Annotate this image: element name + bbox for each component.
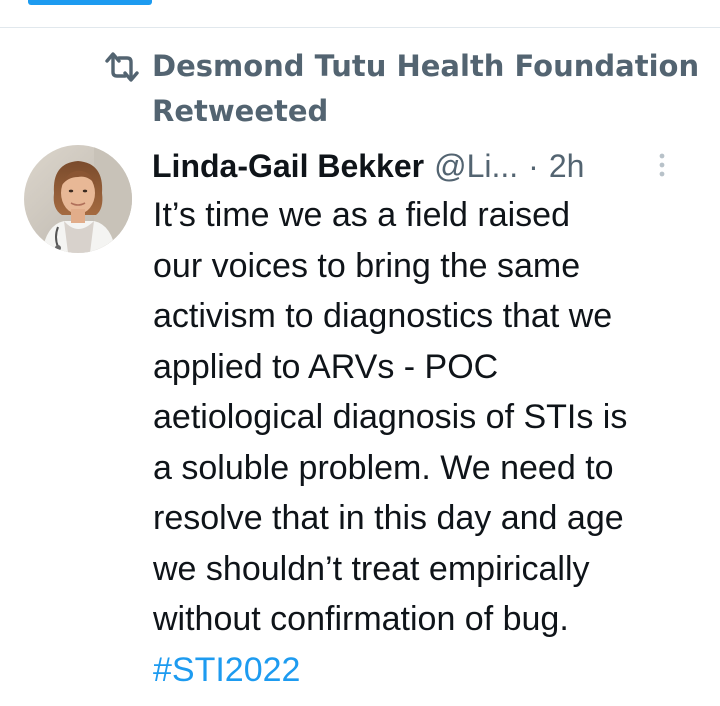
tweet-text-line: our voices to bring the same bbox=[153, 246, 581, 285]
author-handle[interactable]: @Li... bbox=[434, 148, 518, 185]
retweet-icon bbox=[104, 50, 140, 84]
tweet-text-line: we shouldn’t treat empirically bbox=[153, 549, 590, 588]
tweet-header: Linda-Gail Bekker @Li... · 2h bbox=[152, 142, 697, 190]
tweet-text-line: resolve that in this day and age bbox=[153, 499, 624, 537]
tweet-text-line: activism to diagnostics that we bbox=[153, 297, 613, 335]
social-context[interactable]: Desmond Tutu Health Foundation Retweeted bbox=[104, 44, 704, 134]
author-display-name[interactable]: Linda-Gail Bekker bbox=[152, 148, 424, 185]
retweeter-name[interactable]: Desmond Tutu Health Foundation bbox=[152, 44, 699, 89]
tweet-timestamp[interactable]: 2h bbox=[549, 148, 585, 185]
divider bbox=[0, 27, 720, 28]
retweeted-label: Retweeted bbox=[152, 94, 329, 128]
tweet-text: It’s time we as a field raised our voice… bbox=[153, 190, 713, 695]
tweet-text-line: aetiological diagnosis of STIs is bbox=[153, 398, 628, 436]
separator-dot: · bbox=[528, 147, 539, 184]
active-tab-indicator bbox=[28, 0, 152, 5]
tweet-text-line: without confirmation of bug. bbox=[153, 600, 569, 638]
hashtag-link[interactable]: #STI2022 bbox=[153, 645, 713, 696]
tweet-text-line: applied to ARVs - POC bbox=[153, 347, 499, 386]
tweet-text-line: It’s time we as a field raised bbox=[153, 196, 570, 234]
tweet-text-line: a soluble problem. We need to bbox=[153, 448, 614, 487]
avatar[interactable] bbox=[24, 145, 132, 253]
more-vertical-icon[interactable] bbox=[657, 150, 667, 180]
